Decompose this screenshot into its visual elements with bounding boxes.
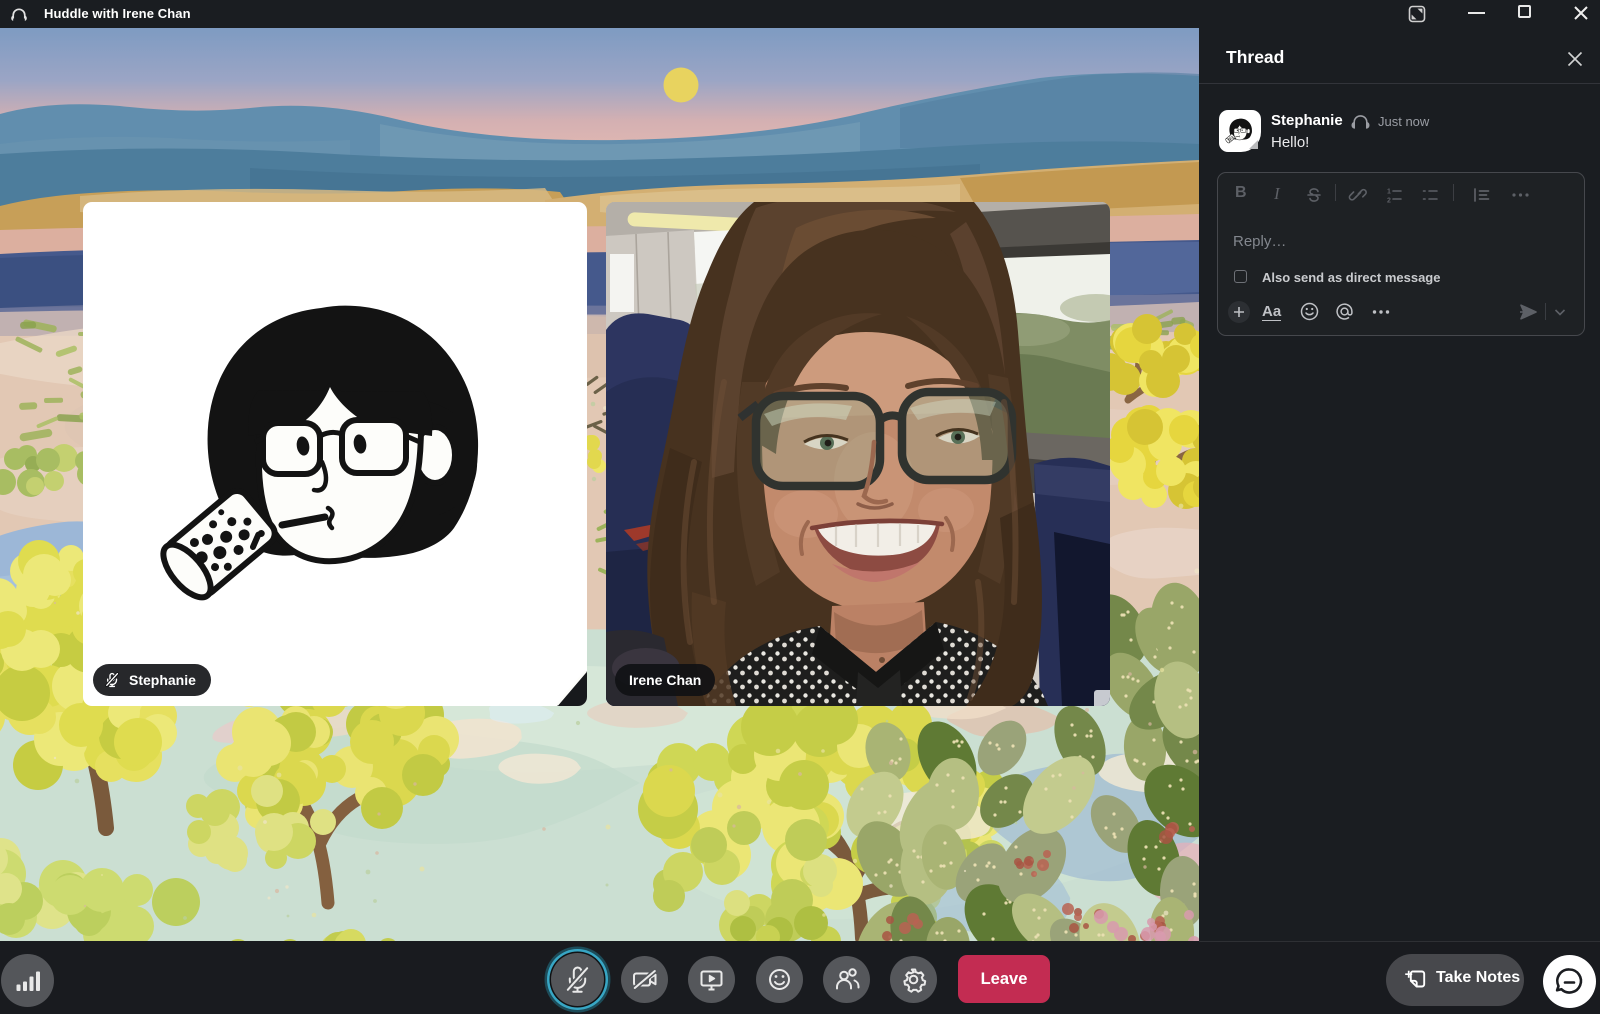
svg-text:2: 2: [1387, 198, 1391, 205]
svg-text:1: 1: [1387, 189, 1391, 196]
